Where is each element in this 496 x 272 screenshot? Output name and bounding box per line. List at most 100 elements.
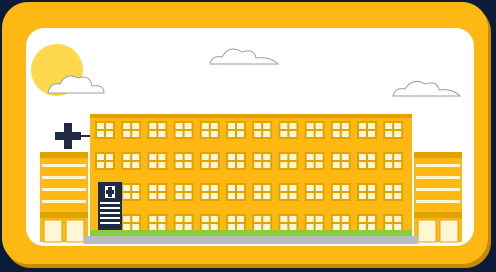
window-pane [210,154,218,160]
window-pane [289,154,297,160]
window-pane [123,216,131,222]
window-pane [359,123,366,129]
window-pane [175,216,183,222]
hospital-scene [31,44,462,244]
window-pane [228,224,235,230]
window-pane [315,185,323,191]
window-pane [97,162,104,168]
window-pane [149,185,157,191]
window-pane [184,193,192,199]
window-pane [254,131,262,137]
window-pane [280,216,288,222]
window-pane [289,185,297,191]
window-pane [280,193,288,199]
window-pane [106,123,113,129]
window-pane [341,131,349,137]
window-pane [385,131,393,137]
window-pane [289,123,297,129]
window-pane [228,131,235,137]
window-pane [237,185,244,191]
window-pane [175,123,183,129]
window-pane [385,123,393,129]
window-pane [149,193,157,199]
window-pane [184,224,192,230]
window-pane [210,162,218,168]
window-pane [184,131,192,137]
window-pane [289,216,297,222]
medical-cross-icon [105,186,115,198]
window-pane [149,123,157,129]
window-pane [237,154,244,160]
window-pane [201,162,209,168]
window-pane [201,154,209,160]
window-pane [123,162,131,168]
window-pane [385,193,393,199]
window-pane [184,154,192,160]
window-pane [359,185,366,191]
window-pane [97,131,104,137]
window-pane [368,162,375,168]
window-pane [341,154,349,160]
window-pane [149,154,157,160]
window-pane [341,162,349,168]
window-pane [341,216,349,222]
window-pane [332,154,340,160]
illustration-background [0,0,496,272]
window-pane [201,193,209,199]
window-pane [149,224,157,230]
window-pane [341,193,349,199]
window-pane [175,162,183,168]
window-pane [123,193,131,199]
window-pane [184,123,192,129]
window-pane [368,154,375,160]
window-pane [359,131,366,137]
window-pane [210,131,218,137]
window-pane [237,193,244,199]
window-pane [106,162,113,168]
window-pane [315,154,323,160]
window-pane [201,185,209,191]
window-pane [237,162,244,168]
window-pane [158,154,166,160]
window-pane [210,193,218,199]
window-pane [237,131,244,137]
window-pane [106,131,113,137]
window-pane [306,216,314,222]
window-pane [306,131,314,137]
window-pane [158,123,166,129]
window-pane [332,131,340,137]
window-pane [332,193,340,199]
window-pane [368,123,375,129]
window-pane [394,224,402,230]
window-pane [280,123,288,129]
window-pane [289,193,297,199]
window-pane [332,162,340,168]
window-pane [263,193,271,199]
main-building [90,114,412,236]
window-pane [359,224,366,230]
window-pane [158,162,166,168]
window-pane [306,193,314,199]
window-pane [368,185,375,191]
window-pane [263,224,271,230]
window-pane [306,185,314,191]
window-pane [132,216,140,222]
window-pane [254,154,262,160]
window-pane [254,216,262,222]
window-pane [289,162,297,168]
window-pane [289,131,297,137]
window-pane [254,123,262,129]
window-pane [184,216,192,222]
window-pane [132,193,140,199]
window-pane [394,185,402,191]
window-pane [149,131,157,137]
window-pane [123,185,131,191]
window-pane [132,123,140,129]
window-pane [341,224,349,230]
window-pane [254,224,262,230]
window-pane [158,193,166,199]
window-pane [201,216,209,222]
window-pane [149,162,157,168]
window-pane [306,162,314,168]
window-pane [280,162,288,168]
